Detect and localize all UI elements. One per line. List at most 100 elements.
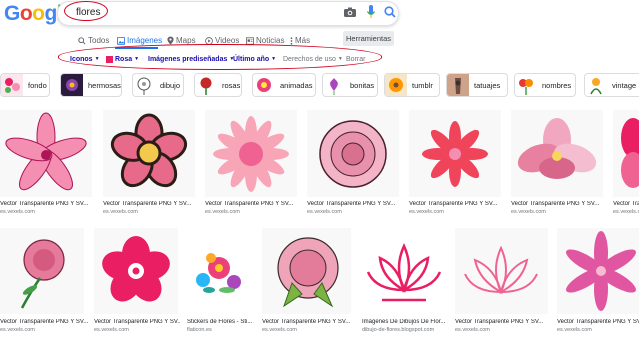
search-icon (78, 36, 86, 45)
chip-label: vintage (612, 80, 637, 90)
result-title[interactable]: Vector Transparente PNG Y SV... (94, 319, 180, 325)
result-image[interactable] (409, 110, 501, 197)
tab-label: Más (295, 36, 311, 45)
filter-label: Último año (233, 55, 270, 63)
result-title[interactable]: Vector Transparente PNG Y SV... (511, 201, 603, 207)
filter-label: Iconos (70, 55, 93, 63)
chevron-down-icon: ▼ (94, 56, 100, 62)
lily-image (0, 110, 92, 197)
chip-fondo[interactable]: fondo (0, 73, 50, 97)
result-title[interactable]: Vector Transparente PNG Y SV... (103, 201, 195, 207)
lotus-image (362, 228, 446, 314)
chip-dibujo[interactable]: dibujo (132, 73, 184, 97)
chip-thumbnail (253, 74, 275, 96)
chip-label: bonitas (350, 80, 375, 90)
chip-label: hermosas (88, 80, 121, 90)
result-image[interactable] (362, 228, 446, 314)
filter-usage-rights[interactable]: Derechos de uso ▼ (283, 54, 343, 64)
filter-label: Imágenes prediseñadas (148, 55, 228, 63)
color-swatch (106, 55, 113, 63)
filter-type-icons[interactable]: Iconos ▼ (70, 54, 100, 64)
result-image[interactable] (262, 228, 351, 314)
chip-thumbnail (61, 74, 83, 96)
result-image[interactable] (557, 228, 639, 314)
chip-label: rosas (222, 80, 241, 90)
result-image[interactable] (0, 110, 92, 197)
result-image[interactable] (187, 228, 249, 314)
daisy-image (205, 110, 297, 197)
chip-tatuajes[interactable]: tatuajes (446, 73, 508, 97)
result-source: es.vexels.com (613, 209, 639, 215)
result-source: es.vexels.com (511, 209, 546, 215)
chevron-down-icon: ▼ (337, 56, 343, 62)
filter-color[interactable]: Rosa ▼ (106, 54, 139, 64)
result-image[interactable] (205, 110, 297, 197)
result-image[interactable] (455, 228, 548, 314)
chip-label: animadas (280, 80, 313, 90)
chip-hermosas[interactable]: hermosas (60, 73, 122, 97)
camera-icon[interactable] (343, 5, 357, 19)
result-source: es.vexels.com (0, 209, 35, 215)
result-title[interactable]: Vector Transparente PNG Y SV... (455, 319, 548, 325)
flower-image (613, 110, 639, 197)
camellia-image (262, 228, 351, 314)
result-title[interactable]: Vector Transparente PNG Y SV... (613, 201, 639, 207)
chevron-down-icon: ▼ (271, 56, 277, 62)
result-title[interactable]: Vector Transparente PNG Y SV... (557, 319, 639, 325)
chip-label: tumblr (412, 80, 433, 90)
tab-todos[interactable]: Todos (78, 35, 109, 46)
result-title[interactable]: Vector Transparente PNG Y SV... (0, 201, 100, 207)
chip-thumbnail (515, 74, 537, 96)
magnolia-image (511, 110, 603, 197)
result-title[interactable]: Vector Transparente PNG Y SV... (262, 319, 354, 325)
chip-thumbnail (133, 74, 155, 96)
clear-filters-link[interactable]: Borrar (346, 54, 365, 64)
flower-image (409, 110, 501, 197)
search-icon[interactable] (383, 5, 397, 19)
result-image[interactable] (613, 110, 639, 197)
tab-label: Todos (88, 36, 110, 45)
tab-label: Imágenes (127, 36, 163, 45)
result-image[interactable] (94, 228, 178, 314)
result-title[interactable]: Vector Transparente PNG Y SV... (0, 319, 90, 325)
chip-tumblr[interactable]: tumblr (384, 73, 440, 97)
chip-vintage[interactable]: vintage (584, 73, 639, 97)
result-title[interactable]: Vector Transparente PNG Y SV... (409, 201, 501, 207)
filter-time[interactable]: Último año ▼ (233, 54, 276, 64)
tools-button[interactable]: Herramientas (343, 31, 394, 46)
result-source: es.vexels.com (409, 209, 444, 215)
result-source: es.vexels.com (0, 327, 35, 333)
microphone-icon[interactable] (366, 4, 376, 20)
result-title[interactable]: Vector Transparente PNG Y SV... (307, 201, 399, 207)
chip-animadas[interactable]: animadas (252, 73, 316, 97)
result-source: es.vexels.com (262, 327, 297, 333)
chip-thumbnail (385, 74, 407, 96)
result-source: dibujo-de-flores.blogspot.com (362, 327, 435, 333)
filter-clipart[interactable]: Imágenes prediseñadas ▼ (148, 54, 234, 64)
result-image[interactable] (307, 110, 399, 197)
result-source: es.vexels.com (205, 209, 240, 215)
result-title[interactable]: Imágenes De Dibujos De Flor... (362, 319, 448, 325)
chip-label: fondo (28, 80, 47, 90)
result-title[interactable]: Stickers de Flores - Sti... (187, 319, 255, 325)
chip-bonitas[interactable]: bonitas (322, 73, 378, 97)
chip-rosas[interactable]: rosas (194, 73, 242, 97)
result-image[interactable] (511, 110, 603, 197)
chip-nombres[interactable]: nombres (514, 73, 576, 97)
chip-label: nombres (542, 80, 572, 90)
result-source: es.vexels.com (455, 327, 490, 333)
chip-thumbnail (447, 74, 469, 96)
chip-label: dibujo (160, 80, 181, 90)
result-image[interactable] (103, 110, 195, 197)
filter-label: Derechos de uso (283, 55, 336, 63)
chip-thumbnail (323, 74, 345, 96)
result-title[interactable]: Vector Transparente PNG Y SV... (205, 201, 297, 207)
result-source: es.vexels.com (94, 327, 129, 333)
lily-image (557, 228, 639, 314)
filter-label: Rosa (115, 55, 133, 63)
chip-label: tatuajes (474, 80, 501, 90)
result-source: es.vexels.com (307, 209, 342, 215)
flower-image (103, 110, 195, 197)
result-image[interactable] (0, 228, 84, 314)
chevron-down-icon: ▼ (134, 56, 140, 62)
